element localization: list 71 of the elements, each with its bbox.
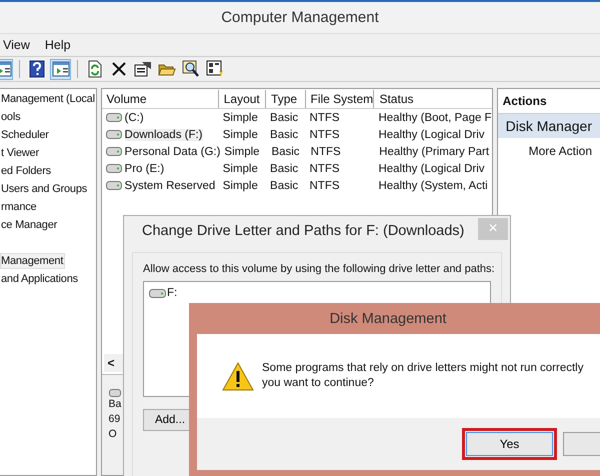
table-cell: Simple xyxy=(222,180,258,192)
drive-icon xyxy=(106,164,122,173)
help-icon xyxy=(28,60,44,78)
table-cell: Basic xyxy=(270,180,298,192)
disk-info-text: O xyxy=(108,427,117,442)
tree-item[interactable]: Management (Local xyxy=(0,91,96,107)
scroll-left-arrow[interactable]: < xyxy=(104,356,119,370)
table-cell: NTFS xyxy=(309,112,340,124)
properties-icon xyxy=(134,61,152,77)
toolbar-button[interactable] xyxy=(50,58,71,80)
tree-item[interactable]: Users and Groups xyxy=(0,181,90,197)
drive-icon xyxy=(106,113,122,122)
action-link[interactable]: More Action xyxy=(498,138,600,158)
refresh-icon xyxy=(86,60,102,78)
disk-info-text: 69 xyxy=(108,412,120,427)
table-cell: NTFS xyxy=(309,162,340,174)
menu-item[interactable]: View xyxy=(3,38,30,52)
drive-icon xyxy=(106,147,122,156)
table-cell: Healthy (System, Acti xyxy=(378,180,488,192)
table-cell: Simple xyxy=(222,128,258,140)
column-header[interactable]: File System xyxy=(306,90,374,108)
tree-item[interactable]: ools xyxy=(0,109,22,125)
search-icon xyxy=(182,60,200,78)
table-cell[interactable]: System Reserved xyxy=(124,180,216,192)
table-cell[interactable]: Pro (E:) xyxy=(124,162,164,174)
warning-icon xyxy=(222,362,254,390)
pane-icon xyxy=(52,61,70,77)
window-title: Computer Management xyxy=(221,9,379,26)
table-cell: Basic xyxy=(270,128,298,140)
menu-item[interactable]: Help xyxy=(44,38,71,52)
column-header[interactable]: Volume xyxy=(102,90,219,108)
table-cell: Basic xyxy=(271,146,300,158)
table-cell: Healthy (Primary Part xyxy=(379,146,490,158)
column-header[interactable]: Layout xyxy=(218,90,266,108)
table-cell: Simple xyxy=(222,112,258,124)
table-cell: Healthy (Logical Driv xyxy=(378,128,485,140)
tree-item[interactable]: rmance xyxy=(0,199,38,215)
tree-item[interactable]: Scheduler xyxy=(0,127,51,143)
disk-info-text: Ba xyxy=(108,397,122,412)
table-cell: Basic xyxy=(270,112,298,124)
toolbar-button[interactable] xyxy=(180,58,201,80)
table-cell[interactable]: (C:) xyxy=(124,112,144,124)
column-header[interactable]: Type xyxy=(266,90,306,108)
tree-item[interactable]: ed Folders xyxy=(0,163,53,179)
table-cell[interactable]: Downloads (F:) xyxy=(124,128,203,140)
path-item[interactable]: F: xyxy=(167,287,178,299)
instruction-text: Allow access to this volume by using the following drive letter and paths: xyxy=(143,263,491,275)
drive-icon xyxy=(149,288,166,298)
table-cell: Healthy (Logical Driv xyxy=(378,162,485,174)
table-cell: Simple xyxy=(224,146,260,158)
table-cell: NTFS xyxy=(309,180,340,192)
table-cell: Basic xyxy=(270,162,298,174)
tree-item[interactable]: and Applications xyxy=(0,271,80,287)
tree-item[interactable]: Management xyxy=(0,253,66,269)
message-text: you want to continue? xyxy=(262,376,375,391)
dialog-title: Change Drive Letter and Paths for F: (Downloads) xyxy=(142,223,464,239)
delete-icon xyxy=(110,61,126,77)
table-cell: NTFS xyxy=(309,128,340,140)
drive-icon xyxy=(106,181,122,190)
message-text: Some programs that rely on drive letters might not run correctly xyxy=(262,361,584,376)
tree-item[interactable]: ce Manager xyxy=(0,217,60,233)
dialog-title: Disk Management xyxy=(330,310,446,326)
table-cell: NTFS xyxy=(310,146,341,158)
table-cell: Healthy (Boot, Page F xyxy=(378,112,492,124)
actions-group[interactable]: Disk Manager xyxy=(498,114,600,138)
drive-icon xyxy=(106,130,122,139)
table-cell[interactable]: Personal Data (G:) xyxy=(124,146,220,158)
table-cell: Simple xyxy=(222,162,258,174)
column-header[interactable]: Status xyxy=(374,90,492,108)
tree-item[interactable]: t Viewer xyxy=(0,145,41,161)
yes-button[interactable]: Yes xyxy=(466,432,553,456)
